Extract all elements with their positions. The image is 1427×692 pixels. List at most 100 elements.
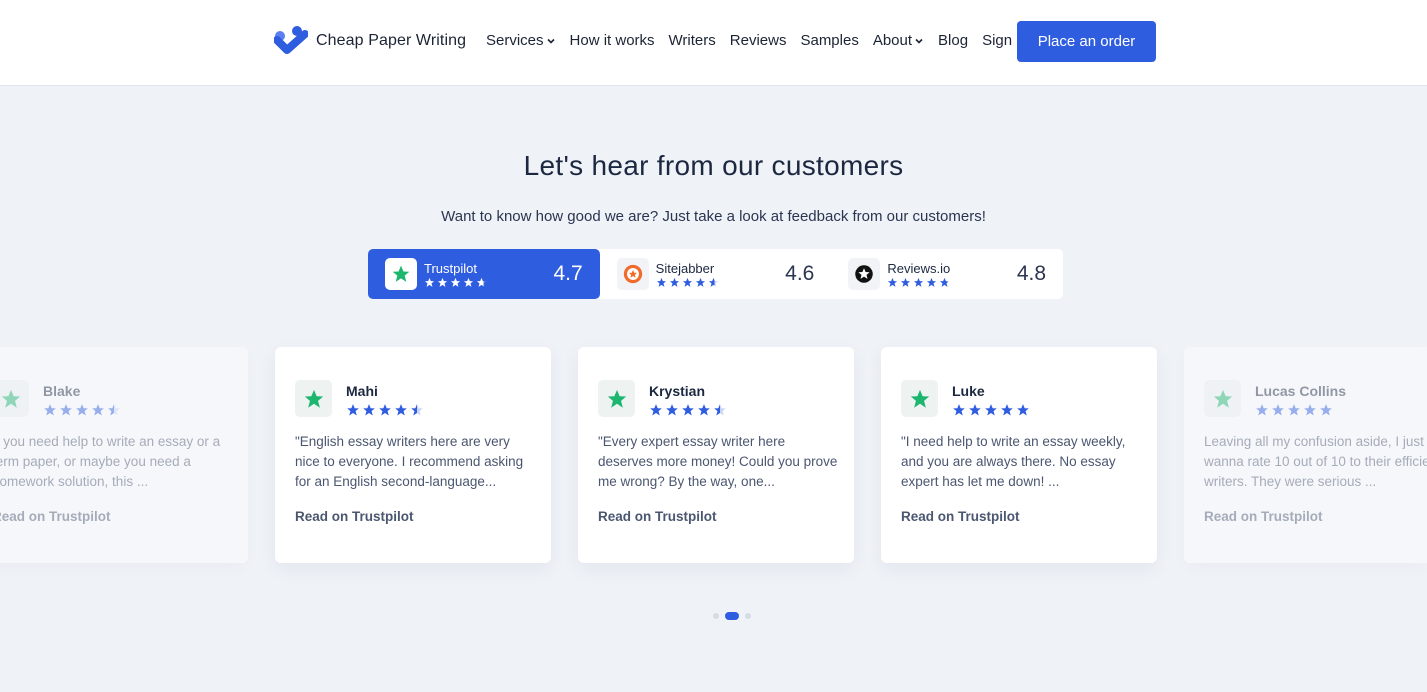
place-order-button[interactable]: Place an order <box>1017 21 1156 62</box>
rating-score: 4.7 <box>553 262 583 285</box>
review-card: Luke "I need help to write an essay week… <box>881 347 1157 563</box>
nav-blog[interactable]: Blog <box>938 32 968 49</box>
read-on-trustpilot-link[interactable]: Read on Trustpilot <box>1204 509 1323 524</box>
star-icon <box>698 404 710 416</box>
star-icon <box>108 404 120 416</box>
reviewer-name: Lucas Collins <box>1255 383 1347 399</box>
brand-name: Cheap Paper Writing <box>316 32 467 49</box>
rating-source-name: Reviews.io <box>887 261 951 276</box>
star-icon <box>450 277 461 287</box>
rating-tab-reviews-io[interactable]: Reviews.io 4.8 <box>831 249 1063 299</box>
review-card: Blake If you need help to write an essay… <box>0 347 248 563</box>
nav-label: Samples <box>800 32 859 49</box>
star-icon <box>940 277 950 287</box>
nav-label: Blog <box>938 32 969 49</box>
star-icon <box>666 404 678 416</box>
star-icon <box>1320 404 1332 416</box>
trustpilot-star-icon <box>385 258 417 290</box>
star-icon <box>1001 404 1013 416</box>
star-icon <box>363 404 375 416</box>
nav-reviews[interactable]: Reviews <box>730 32 787 49</box>
star-icon <box>424 277 435 287</box>
nav-label: Writers <box>668 32 716 49</box>
section-title: Let's hear from our customers <box>523 150 904 181</box>
star-icon <box>1256 404 1268 416</box>
review-card: Mahi "English essay writers here are ver… <box>275 347 551 563</box>
carousel-dot[interactable] <box>745 613 751 619</box>
star-rating <box>1255 403 1333 417</box>
star-icon <box>44 404 56 416</box>
star-icon <box>76 404 88 416</box>
chevron-down-icon <box>546 38 555 44</box>
trustpilot-star-icon <box>1204 380 1241 417</box>
carousel-dot[interactable] <box>725 612 739 620</box>
star-rating <box>887 277 950 288</box>
rating-tab-trustpilot[interactable]: Trustpilot 4.7 <box>368 249 600 299</box>
star-icon <box>437 277 448 287</box>
read-on-trustpilot-link[interactable]: Read on Trustpilot <box>901 509 1020 524</box>
logo[interactable]: Cheap Paper Writing <box>274 26 466 56</box>
rating-tabs: Trustpilot 4.7 Sitejabber 4.6 Reviews.io… <box>368 249 1063 299</box>
rating-source-name: Trustpilot <box>424 261 477 276</box>
carousel-pagination <box>713 612 751 620</box>
star-icon <box>985 404 997 416</box>
star-icon <box>682 277 692 287</box>
star-rating <box>952 403 1030 417</box>
reviewer-name: Blake <box>43 383 81 399</box>
carousel-dot[interactable] <box>713 613 719 619</box>
read-on-trustpilot-link[interactable]: Read on Trustpilot <box>598 509 717 524</box>
star-icon <box>695 277 705 287</box>
nav-label: Services <box>486 32 544 49</box>
star-rating <box>346 403 424 417</box>
star-icon <box>669 277 679 287</box>
site-header: Cheap Paper Writing Services How it work… <box>0 0 1427 86</box>
rating-score: 4.8 <box>1016 262 1047 285</box>
star-icon <box>888 277 898 287</box>
reviewer-name: Luke <box>952 383 985 399</box>
star-icon <box>60 404 72 416</box>
section-subtitle: Want to know how good we are? Just take … <box>441 208 986 225</box>
star-icon <box>650 404 662 416</box>
star-icon <box>1017 404 1029 416</box>
rating-source-name: Sitejabber <box>655 261 715 276</box>
review-text: "I need help to write an essay weekly, a… <box>901 434 1126 489</box>
star-icon <box>463 277 474 287</box>
star-icon <box>714 404 726 416</box>
nav-samples[interactable]: Samples <box>800 32 858 49</box>
review-text: Leaving all my confusion aside, I just w… <box>1204 434 1427 489</box>
nav-writers[interactable]: Writers <box>669 32 716 49</box>
trustpilot-star-icon <box>598 380 635 417</box>
chevron-down-icon <box>915 38 923 44</box>
nav-label: How it works <box>569 32 655 49</box>
nav-how-it-works[interactable]: How it works <box>570 32 655 49</box>
star-icon <box>347 404 359 416</box>
star-icon <box>1288 404 1300 416</box>
rating-score: 4.6 <box>785 262 815 285</box>
review-text: "Every expert essay writer here deserves… <box>598 434 838 489</box>
star-icon <box>379 404 391 416</box>
nav-services[interactable]: Services <box>486 32 556 49</box>
star-icon <box>682 404 694 416</box>
review-card: Krystian "Every expert essay writer here… <box>578 347 854 563</box>
read-on-trustpilot-link[interactable]: Read on Trustpilot <box>0 509 111 524</box>
read-on-trustpilot-link[interactable]: Read on Trustpilot <box>295 509 414 524</box>
nav-label: Reviews <box>729 32 787 49</box>
main-nav: Services How it works Writers Reviews Sa… <box>486 32 1028 49</box>
trustpilot-star-icon <box>0 380 29 417</box>
star-icon <box>901 277 911 287</box>
star-icon <box>656 277 666 287</box>
star-icon <box>476 277 487 287</box>
review-text: "English essay writers here are very nic… <box>295 434 524 489</box>
trustpilot-star-icon <box>901 380 938 417</box>
checkmark-logo-icon <box>274 26 308 54</box>
reviews-io-icon <box>848 258 881 290</box>
star-icon <box>708 277 718 287</box>
star-icon <box>953 404 965 416</box>
star-icon <box>1304 404 1316 416</box>
nav-about[interactable]: About <box>873 32 924 49</box>
reviewer-name: Krystian <box>649 383 706 399</box>
rating-tab-sitejabber[interactable]: Sitejabber 4.6 <box>600 249 832 299</box>
review-card: Lucas Collins Leaving all my confusion a… <box>1184 347 1427 563</box>
review-text: If you need help to write an essay or a … <box>0 434 221 489</box>
star-icon <box>927 277 937 287</box>
